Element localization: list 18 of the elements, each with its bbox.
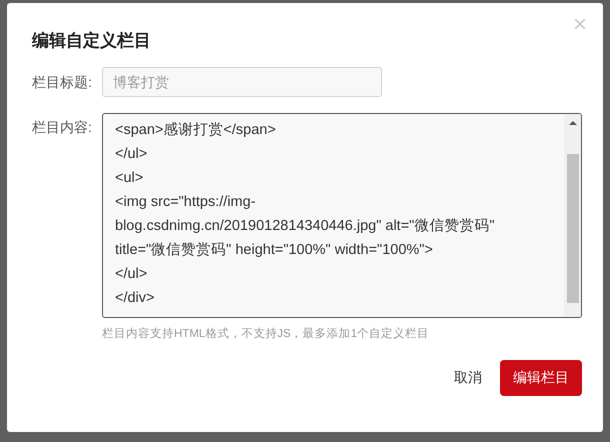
edit-column-button[interactable]: 编辑栏目	[500, 360, 582, 396]
scroll-up-icon[interactable]	[568, 120, 576, 126]
content-textarea[interactable]: <span>感谢打赏</span> </ul> <ul> <img src="https://img- blog.csdnimg.cn/2019012814340446.jpg" alt="微信赞赏码" title="微信赞赏码" height="100%" width="100%"> </ul> </div>	[102, 113, 582, 318]
code-line: title="微信赞赏码" height="100%" width="100%">	[115, 241, 434, 260]
title-input[interactable]: 博客打赏	[102, 67, 382, 98]
code-line: <span>感谢打赏</span>	[115, 121, 277, 140]
code-line: <ul>	[115, 169, 144, 188]
code-line: blog.csdnimg.cn/2019012814340446.jpg" alt="微信赞赏码"	[115, 217, 496, 236]
cancel-button[interactable]: 取消	[444, 361, 492, 394]
code-line: </ul>	[115, 265, 148, 284]
dialog-title: 编辑自定义栏目	[32, 31, 152, 52]
field-label: 栏目标题:	[32, 72, 93, 92]
hint-text: 栏目内容支持HTML格式，不支持JS，最多添加1个自定义栏目	[102, 326, 430, 342]
code-line: </ul>	[115, 145, 148, 164]
field-label: 栏目内容:	[32, 118, 93, 138]
scrollbar[interactable]	[564, 114, 581, 318]
code-line: </div>	[115, 289, 156, 308]
code-line: <img src="https://img-	[115, 193, 257, 212]
